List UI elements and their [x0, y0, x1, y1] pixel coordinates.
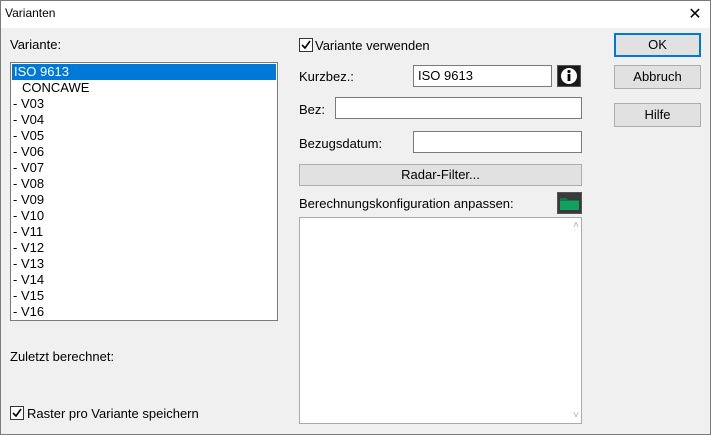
help-button[interactable]: Hilfe: [614, 103, 701, 127]
scroll-down-icon[interactable]: ˅: [573, 410, 579, 421]
window-title: Varianten: [5, 6, 56, 20]
title-bar: Varianten ✕: [1, 1, 710, 28]
folder-glyph-icon: [560, 198, 579, 210]
use-variant-label[interactable]: Variante verwenden: [315, 38, 430, 53]
list-item[interactable]: - V11: [11, 224, 277, 240]
radar-filter-button[interactable]: Radar-Filter...: [299, 164, 582, 186]
list-item[interactable]: - V12: [11, 240, 277, 256]
raster-checkbox-label[interactable]: Raster pro Variante speichern: [27, 406, 199, 421]
variants-dialog: Varianten ✕ Variante: ISO 9613 CONCAWE -…: [0, 0, 711, 435]
config-textarea[interactable]: ˄ ˅: [299, 217, 582, 424]
list-item[interactable]: - V14: [11, 272, 277, 288]
list-item[interactable]: - V03: [11, 96, 277, 112]
variant-label: Variante:: [10, 37, 62, 52]
bez-label: Bez:: [299, 102, 326, 117]
list-item[interactable]: CONCAWE: [11, 80, 277, 96]
list-item[interactable]: - V10: [11, 208, 277, 224]
kurzbez-label: Kurzbez.:: [299, 69, 354, 84]
bez-field[interactable]: [335, 97, 582, 119]
checkmark-icon: [301, 40, 311, 50]
list-item[interactable]: - V09: [11, 192, 277, 208]
reference-date-label: Bezugsdatum:: [299, 136, 383, 151]
list-item[interactable]: - V05: [11, 128, 277, 144]
reference-date-field[interactable]: [413, 131, 582, 153]
list-item[interactable]: - V06: [11, 144, 277, 160]
raster-checkbox[interactable]: [10, 406, 24, 420]
folder-icon[interactable]: [557, 192, 582, 214]
cancel-button[interactable]: Abbruch: [614, 65, 701, 89]
list-item[interactable]: - V16: [11, 304, 277, 320]
list-item[interactable]: ISO 9613: [12, 64, 276, 80]
list-item[interactable]: - V15: [11, 288, 277, 304]
info-icon[interactable]: [557, 65, 581, 87]
config-label: Berechnungskonfiguration anpassen:: [299, 196, 514, 211]
variant-list[interactable]: ISO 9613 CONCAWE - V03 - V04 - V05 - V06…: [10, 62, 278, 321]
close-icon[interactable]: ✕: [680, 1, 710, 28]
scroll-up-icon[interactable]: ˄: [573, 220, 579, 231]
list-item[interactable]: - V13: [11, 256, 277, 272]
list-item[interactable]: - V04: [11, 112, 277, 128]
use-variant-checkbox[interactable]: [299, 38, 313, 52]
list-item[interactable]: - V08: [11, 176, 277, 192]
kurzbez-field[interactable]: ISO 9613: [413, 65, 552, 87]
last-calculated-label: Zuletzt berechnet:: [10, 349, 115, 364]
list-item[interactable]: - V07: [11, 160, 277, 176]
ok-button[interactable]: OK: [614, 33, 701, 57]
checkmark-icon: [12, 408, 22, 418]
info-glyph-icon: [561, 68, 577, 84]
